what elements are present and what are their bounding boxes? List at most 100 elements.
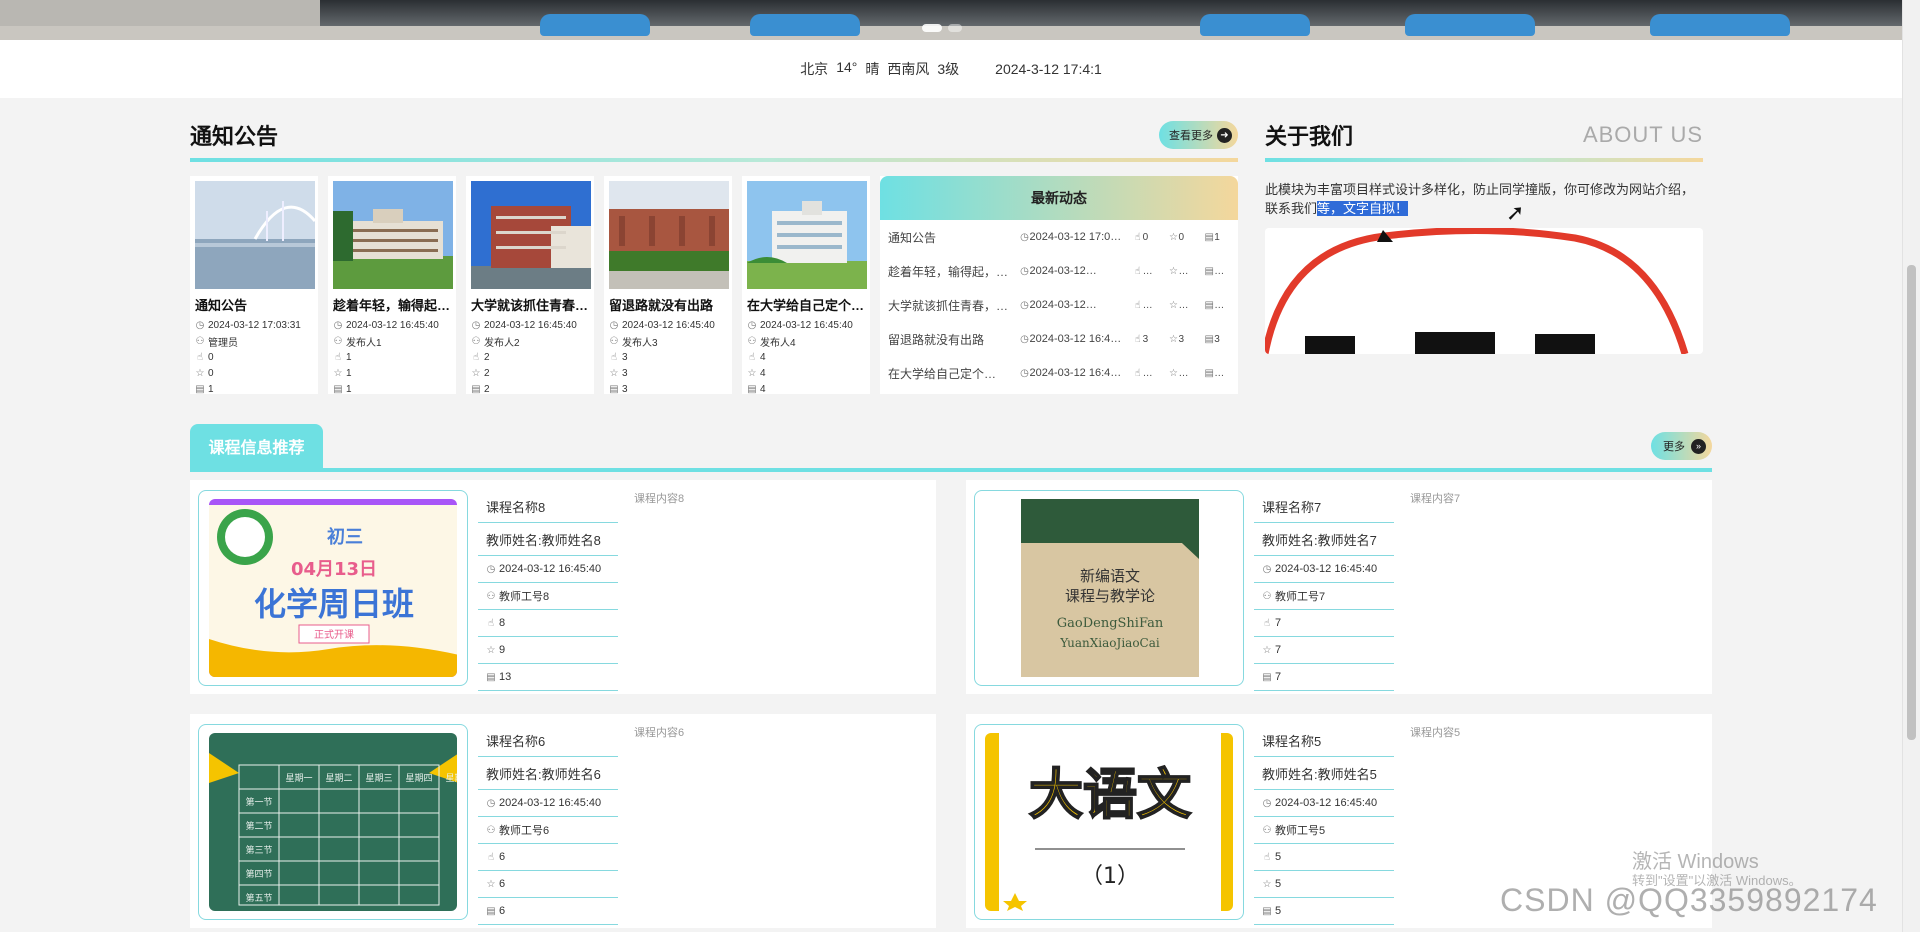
course-name: 课程名称5 xyxy=(1262,733,1322,749)
notice-card-title: 通知公告 xyxy=(195,298,248,313)
thumb-up-icon: ☝ xyxy=(748,351,756,363)
latest-row-date-text: 2024-03-12 16:4… xyxy=(1029,367,1122,379)
scrollbar-thumb[interactable] xyxy=(1907,265,1916,740)
star-icon: ☆ xyxy=(1168,231,1178,243)
course-favs: 6 xyxy=(499,878,506,890)
latest-news-row[interactable]: 在大学给自己定个… ◷2024-03-12 16:4… ☝… ☆… ▤… xyxy=(880,356,1238,390)
weather-datetime: 2024-3-12 17:4:1 xyxy=(995,61,1102,77)
notice-card-favs: 0 xyxy=(208,367,214,379)
course-teacher-row: 教师姓名:教师姓名8 xyxy=(478,523,618,556)
banner-seat xyxy=(1650,14,1790,36)
course-tab[interactable]: 课程信息推荐 xyxy=(190,424,323,468)
notice-card-favs-row: ☆ 1 xyxy=(333,365,451,381)
latest-row-date: ◷2024-03-12 17:03:31 xyxy=(1020,231,1123,243)
document-icon: ▤ xyxy=(1262,905,1272,917)
course-likes: 8 xyxy=(499,617,506,629)
course-teacher: 教师姓名:教师姓名8 xyxy=(486,532,601,548)
latest-row-views-text: … xyxy=(1214,367,1225,379)
latest-row-favs: ☆… xyxy=(1168,368,1194,379)
course-image-frame: 初三 04月13日 化学周日班 正式开课 xyxy=(198,490,468,686)
latest-row-likes: ☝… xyxy=(1133,300,1159,311)
weather-temp: 14° xyxy=(836,59,858,75)
notice-card[interactable]: 趁着年轻，输得起，看… ◷2024-03-12 16:45:40 ⚇发布人1 ☝… xyxy=(328,176,456,395)
notice-card[interactable]: 通知公告 ◷ 2024-03-12 17:03:31 ⚇ 管理员 ☝ 0 ☆ 0 ▤ 1 xyxy=(190,176,318,395)
latest-row-likes: ☝… xyxy=(1133,368,1159,379)
notice-card-favs: 4 xyxy=(760,367,766,379)
latest-row-likes-text: 3 xyxy=(1142,333,1149,345)
latest-news-row[interactable]: 趁着年轻，输得起，看… ◷2024-03-12… ☝… ☆… ▤… xyxy=(880,254,1238,288)
course-date: 2024-03-12 16:45:40 xyxy=(499,797,602,809)
thumb-up-icon: ☝ xyxy=(1134,231,1141,243)
latest-row-likes-text: … xyxy=(1142,265,1153,277)
course-name-row: 课程名称5 xyxy=(1254,724,1394,757)
latest-row-views: ▤… xyxy=(1204,266,1230,277)
course-teacher-no: 教师工号8 xyxy=(499,591,550,603)
notice-card-views-row: ▤ 2 xyxy=(471,381,589,397)
thumb-up-icon: ☝ xyxy=(487,617,495,629)
notice-card[interactable]: 在大学给自己定个目标 ◷ 2024-03-12 16:45:40 ⚇ 发布人4 ☝ 4… xyxy=(742,176,870,397)
latest-news-header: 最新动态 xyxy=(880,176,1238,220)
notice-card-likes-row: ☝ 2 xyxy=(471,349,589,365)
notice-card-title: 留退路就没有出路 xyxy=(609,298,714,313)
about-desc-selected: 等，文字自拟！ xyxy=(1317,201,1409,216)
course-views-row: ▤ 5 xyxy=(1254,898,1394,925)
course-date: 2024-03-12 16:45:40 xyxy=(1275,563,1378,575)
carousel-dot[interactable] xyxy=(948,24,962,32)
course-card[interactable]: 初三 04月13日 化学周日班 正式开课 课程名称8 教师姓名:教师姓名8 ◷ 2… xyxy=(190,480,936,694)
course-favs-row: ☆ 9 xyxy=(478,637,618,664)
notice-card[interactable]: 留退路就没有出路 ◷ 2024-03-12 16:45:40 ⚇ 发布人3 ☝ 3 ☆… xyxy=(604,176,732,395)
clock-icon: ◷ xyxy=(1020,334,1029,345)
latest-row-title: 留退路就没有出路 xyxy=(888,332,985,347)
page-scrollbar[interactable] xyxy=(1902,0,1920,932)
course-favs-row: ☆ 5 xyxy=(1254,871,1394,898)
notice-card-likes-row: ☝ 0 xyxy=(195,349,313,365)
notice-card-date-row: ◷ 2024-03-12 17:03:31 xyxy=(195,317,313,333)
course-card[interactable]: 新编语文 课程与教学论 GaoDengShiFan YuanXiaoJiaoCa… xyxy=(966,480,1712,694)
notice-card-favs-row: ☆ 4 xyxy=(747,365,865,381)
more-courses-button[interactable]: 更多 » xyxy=(1651,432,1712,460)
notice-card-title: 在大学给自己定个目标 xyxy=(747,298,865,313)
star-icon: ☆ xyxy=(1168,265,1178,277)
notice-card-favs-row: ☆ 0 xyxy=(195,365,313,381)
notice-card-author-row: ⚇ 发布人1 xyxy=(333,333,451,349)
latest-row-title: 通知公告 xyxy=(888,230,937,245)
course-image: 初三 04月13日 化学周日班 正式开课 xyxy=(209,499,457,677)
course-image-frame: 新编语文 课程与教学论 GaoDengShiFan YuanXiaoJiaoCa… xyxy=(974,490,1244,686)
course-info: 课程名称5 教师姓名:教师姓名5 ◷ 2024-03-12 16:45:40 ⚇ 教… xyxy=(1254,724,1394,925)
clock-icon: ◷ xyxy=(471,319,481,331)
notice-card-views: 1 xyxy=(346,383,352,395)
user-icon: ⚇ xyxy=(1262,824,1272,836)
latest-news-row[interactable]: 留退路就没有出路 ◷2024-03-12 16:45:40 ☝ 3 ☆3 ▤3 xyxy=(880,322,1238,356)
banner-seat xyxy=(1405,14,1535,36)
notice-card-likes-row: ☝ 4 xyxy=(747,349,865,365)
carousel-dot-active[interactable] xyxy=(922,24,942,32)
notice-card-views-row: ▤ 4 xyxy=(747,381,865,397)
weather-city: 北京 xyxy=(800,61,829,77)
latest-row-likes: ☝… xyxy=(1133,266,1159,277)
latest-row-views-text: 1 xyxy=(1214,231,1220,243)
course-teacher-no: 教师工号5 xyxy=(1275,825,1326,837)
latest-row-favs-text: 3 xyxy=(1178,333,1184,345)
star-icon: ☆ xyxy=(609,367,619,379)
latest-row-title: 趁着年轻，输得起，看… xyxy=(888,264,1010,279)
banner-seat xyxy=(540,14,650,36)
course-name: 课程名称8 xyxy=(486,499,546,515)
course-views-row: ▤ 7 xyxy=(1254,664,1394,691)
document-icon: ▤ xyxy=(1262,671,1272,683)
user-icon: ⚇ xyxy=(486,824,496,836)
course-card[interactable]: 星期一 星期二 星期三 星期四 星期五 第一节 第二节 第三节 第四节 第五节 … xyxy=(190,714,936,928)
latest-row-views: ▤3 xyxy=(1204,334,1230,345)
carousel-indicators[interactable] xyxy=(922,24,962,32)
course-teacher: 教师姓名:教师姓名7 xyxy=(1262,532,1377,548)
view-more-button[interactable]: 查看更多 ➜ xyxy=(1159,121,1238,149)
clock-icon: ◷ xyxy=(1262,797,1272,809)
clock-icon: ◷ xyxy=(486,797,496,809)
notice-card[interactable]: 大学就该抓住青春，用… ◷2024-03-12 16:45:40 ⚇发布人2 ☝… xyxy=(466,176,594,397)
star-icon: ☆ xyxy=(1262,644,1272,656)
latest-news-row[interactable]: 大学就该抓住青春，用… ◷2024-03-12… ☝… ☆… ▤… xyxy=(880,288,1238,322)
course-favs-row: ☆ 6 xyxy=(478,871,618,898)
notice-card-list: 通知公告 ◷ 2024-03-12 17:03:31 ⚇ 管理员 ☝ 0 ☆ 0 ▤ 1 … xyxy=(190,176,870,397)
user-icon: ⚇ xyxy=(747,335,757,347)
latest-row-favs: ☆… xyxy=(1168,266,1194,277)
latest-news-row[interactable]: 通知公告 ◷2024-03-12 17:03:31 ☝ 0 ☆0 ▤1 xyxy=(880,220,1238,254)
